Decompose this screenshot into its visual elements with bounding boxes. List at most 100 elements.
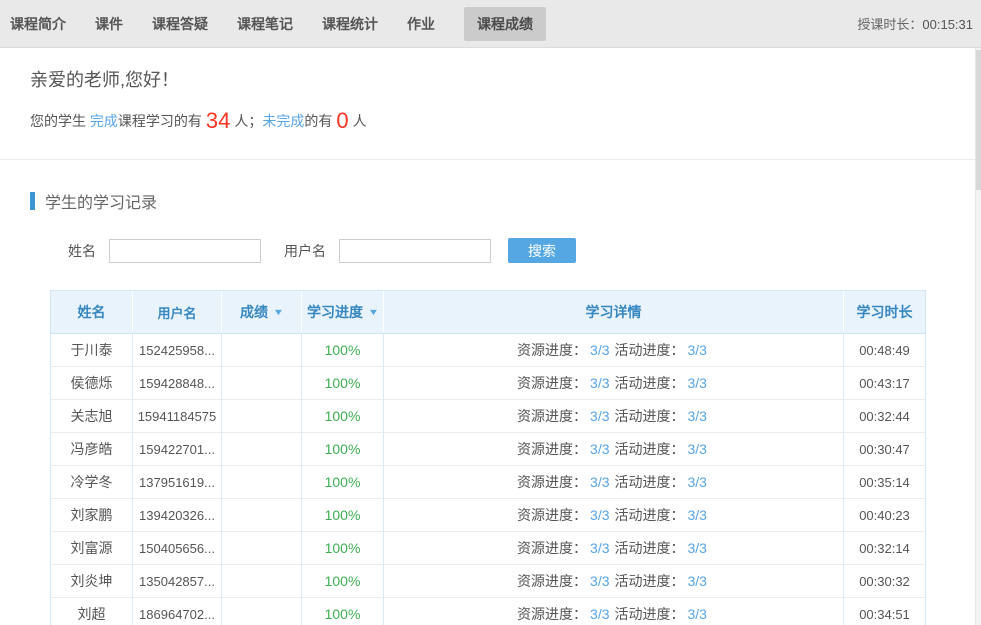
- summary-mid2: 人；: [234, 113, 262, 129]
- tab-course-qa[interactable]: 课程答疑: [152, 7, 208, 41]
- header-username: 用户名: [133, 291, 222, 333]
- tab-course-grades[interactable]: 课程成绩: [464, 7, 546, 41]
- learning-records-table: 姓名 用户名 成绩▼ 学习进度▼ 学习详情 学习时长 于川泰 152425958…: [50, 290, 926, 625]
- summary-suffix: 人: [353, 113, 367, 129]
- activity-progress-link[interactable]: 3/3: [688, 606, 707, 622]
- resource-progress-label: 资源进度：: [517, 538, 587, 558]
- study-duration: 00:32:44: [844, 400, 925, 432]
- resource-progress-label: 资源进度：: [517, 472, 587, 492]
- study-duration: 00:48:49: [844, 334, 925, 366]
- resource-progress-link[interactable]: 3/3: [590, 507, 609, 523]
- student-score: [222, 433, 302, 465]
- activity-progress-link[interactable]: 3/3: [688, 573, 707, 589]
- activity-progress-link[interactable]: 3/3: [688, 540, 707, 556]
- table-row: 冯彦皓 159422701... 100% 资源进度：3/3活动进度：3/3 0…: [51, 433, 925, 466]
- student-progress: 100%: [302, 400, 384, 432]
- student-username: 15941184575: [133, 400, 222, 432]
- activity-progress-label: 活动进度：: [615, 340, 685, 360]
- student-score: [222, 565, 302, 597]
- student-progress: 100%: [302, 532, 384, 564]
- name-input[interactable]: [109, 239, 261, 263]
- student-name: 冯彦皓: [51, 433, 133, 465]
- header-progress[interactable]: 学习进度▼: [302, 291, 384, 333]
- student-detail: 资源进度：3/3活动进度：3/3: [384, 433, 844, 465]
- completed-count: 34: [206, 108, 230, 133]
- name-label: 姓名: [68, 241, 96, 261]
- student-progress: 100%: [302, 466, 384, 498]
- student-score: [222, 499, 302, 531]
- student-name: 刘家鹏: [51, 499, 133, 531]
- table-row: 刘富源 150405656... 100% 资源进度：3/3活动进度：3/3 0…: [51, 532, 925, 565]
- teaching-duration-label: 授课时长：: [857, 17, 922, 32]
- student-score: [222, 367, 302, 399]
- activity-progress-link[interactable]: 3/3: [688, 375, 707, 391]
- activity-progress-link[interactable]: 3/3: [688, 408, 707, 424]
- username-label: 用户名: [284, 241, 326, 261]
- header-score[interactable]: 成绩▼: [222, 291, 302, 333]
- header-duration: 学习时长: [844, 291, 925, 333]
- uncompleted-link[interactable]: 未完成: [262, 113, 304, 129]
- student-progress: 100%: [302, 598, 384, 625]
- table-row: 刘家鹏 139420326... 100% 资源进度：3/3活动进度：3/3 0…: [51, 499, 925, 532]
- records-section-header: 学生的学习记录: [30, 189, 981, 213]
- student-detail: 资源进度：3/3活动进度：3/3: [384, 466, 844, 498]
- tab-course-stats[interactable]: 课程统计: [322, 7, 378, 41]
- student-detail: 资源进度：3/3活动进度：3/3: [384, 499, 844, 531]
- tab-course-notes[interactable]: 课程笔记: [237, 7, 293, 41]
- resource-progress-link[interactable]: 3/3: [590, 540, 609, 556]
- student-name: 冷学冬: [51, 466, 133, 498]
- student-detail: 资源进度：3/3活动进度：3/3: [384, 532, 844, 564]
- resource-progress-link[interactable]: 3/3: [590, 342, 609, 358]
- student-detail: 资源进度：3/3活动进度：3/3: [384, 565, 844, 597]
- resource-progress-link[interactable]: 3/3: [590, 573, 609, 589]
- resource-progress-label: 资源进度：: [517, 439, 587, 459]
- username-input[interactable]: [339, 239, 491, 263]
- tab-homework[interactable]: 作业: [407, 7, 435, 41]
- activity-progress-link[interactable]: 3/3: [688, 474, 707, 490]
- search-filters: 姓名 用户名 搜索: [68, 238, 981, 263]
- student-score: [222, 532, 302, 564]
- student-username: 139420326...: [133, 499, 222, 531]
- greeting-panel: 亲爱的老师,您好！ 您的学生 完成课程学习的有34人；未完成的有0人: [0, 48, 981, 160]
- top-navbar: 课程简介 课件 课程答疑 课程笔记 课程统计 作业 课程成绩 授课时长：00:1…: [0, 0, 981, 48]
- tab-course-intro[interactable]: 课程简介: [10, 7, 66, 41]
- table-row: 刘超 186964702... 100% 资源进度：3/3活动进度：3/3 00…: [51, 598, 925, 625]
- activity-progress-label: 活动进度：: [615, 373, 685, 393]
- resource-progress-link[interactable]: 3/3: [590, 474, 609, 490]
- activity-progress-link[interactable]: 3/3: [688, 342, 707, 358]
- resource-progress-link[interactable]: 3/3: [590, 441, 609, 457]
- summary-prefix: 您的学生: [30, 113, 90, 129]
- sort-arrow-icon[interactable]: ▼: [273, 307, 285, 317]
- resource-progress-label: 资源进度：: [517, 373, 587, 393]
- resource-progress-link[interactable]: 3/3: [590, 375, 609, 391]
- vertical-scrollbar[interactable]: [975, 48, 981, 625]
- header-name: 姓名: [51, 291, 133, 333]
- student-progress: 100%: [302, 367, 384, 399]
- student-username: 159422701...: [133, 433, 222, 465]
- student-username: 137951619...: [133, 466, 222, 498]
- student-score: [222, 598, 302, 625]
- student-name: 刘超: [51, 598, 133, 625]
- sort-arrow-icon[interactable]: ▼: [368, 307, 380, 317]
- table-row: 冷学冬 137951619... 100% 资源进度：3/3活动进度：3/3 0…: [51, 466, 925, 499]
- header-detail: 学习详情: [384, 291, 844, 333]
- resource-progress-link[interactable]: 3/3: [590, 606, 609, 622]
- study-duration: 00:30:32: [844, 565, 925, 597]
- summary-mid1: 课程学习的有: [118, 113, 202, 129]
- activity-progress-link[interactable]: 3/3: [688, 507, 707, 523]
- student-score: [222, 466, 302, 498]
- student-detail: 资源进度：3/3活动进度：3/3: [384, 598, 844, 625]
- student-progress: 100%: [302, 433, 384, 465]
- resource-progress-link[interactable]: 3/3: [590, 408, 609, 424]
- completed-link[interactable]: 完成: [90, 113, 118, 129]
- tab-courseware[interactable]: 课件: [95, 7, 123, 41]
- search-button[interactable]: 搜索: [508, 238, 576, 263]
- section-title: 学生的学习记录: [45, 189, 157, 213]
- table-body: 于川泰 152425958... 100% 资源进度：3/3活动进度：3/3 0…: [51, 334, 925, 625]
- activity-progress-label: 活动进度：: [615, 604, 685, 624]
- table-row: 于川泰 152425958... 100% 资源进度：3/3活动进度：3/3 0…: [51, 334, 925, 367]
- resource-progress-label: 资源进度：: [517, 406, 587, 426]
- section-accent-bar: [30, 192, 35, 210]
- scrollbar-thumb[interactable]: [976, 50, 981, 190]
- activity-progress-link[interactable]: 3/3: [688, 441, 707, 457]
